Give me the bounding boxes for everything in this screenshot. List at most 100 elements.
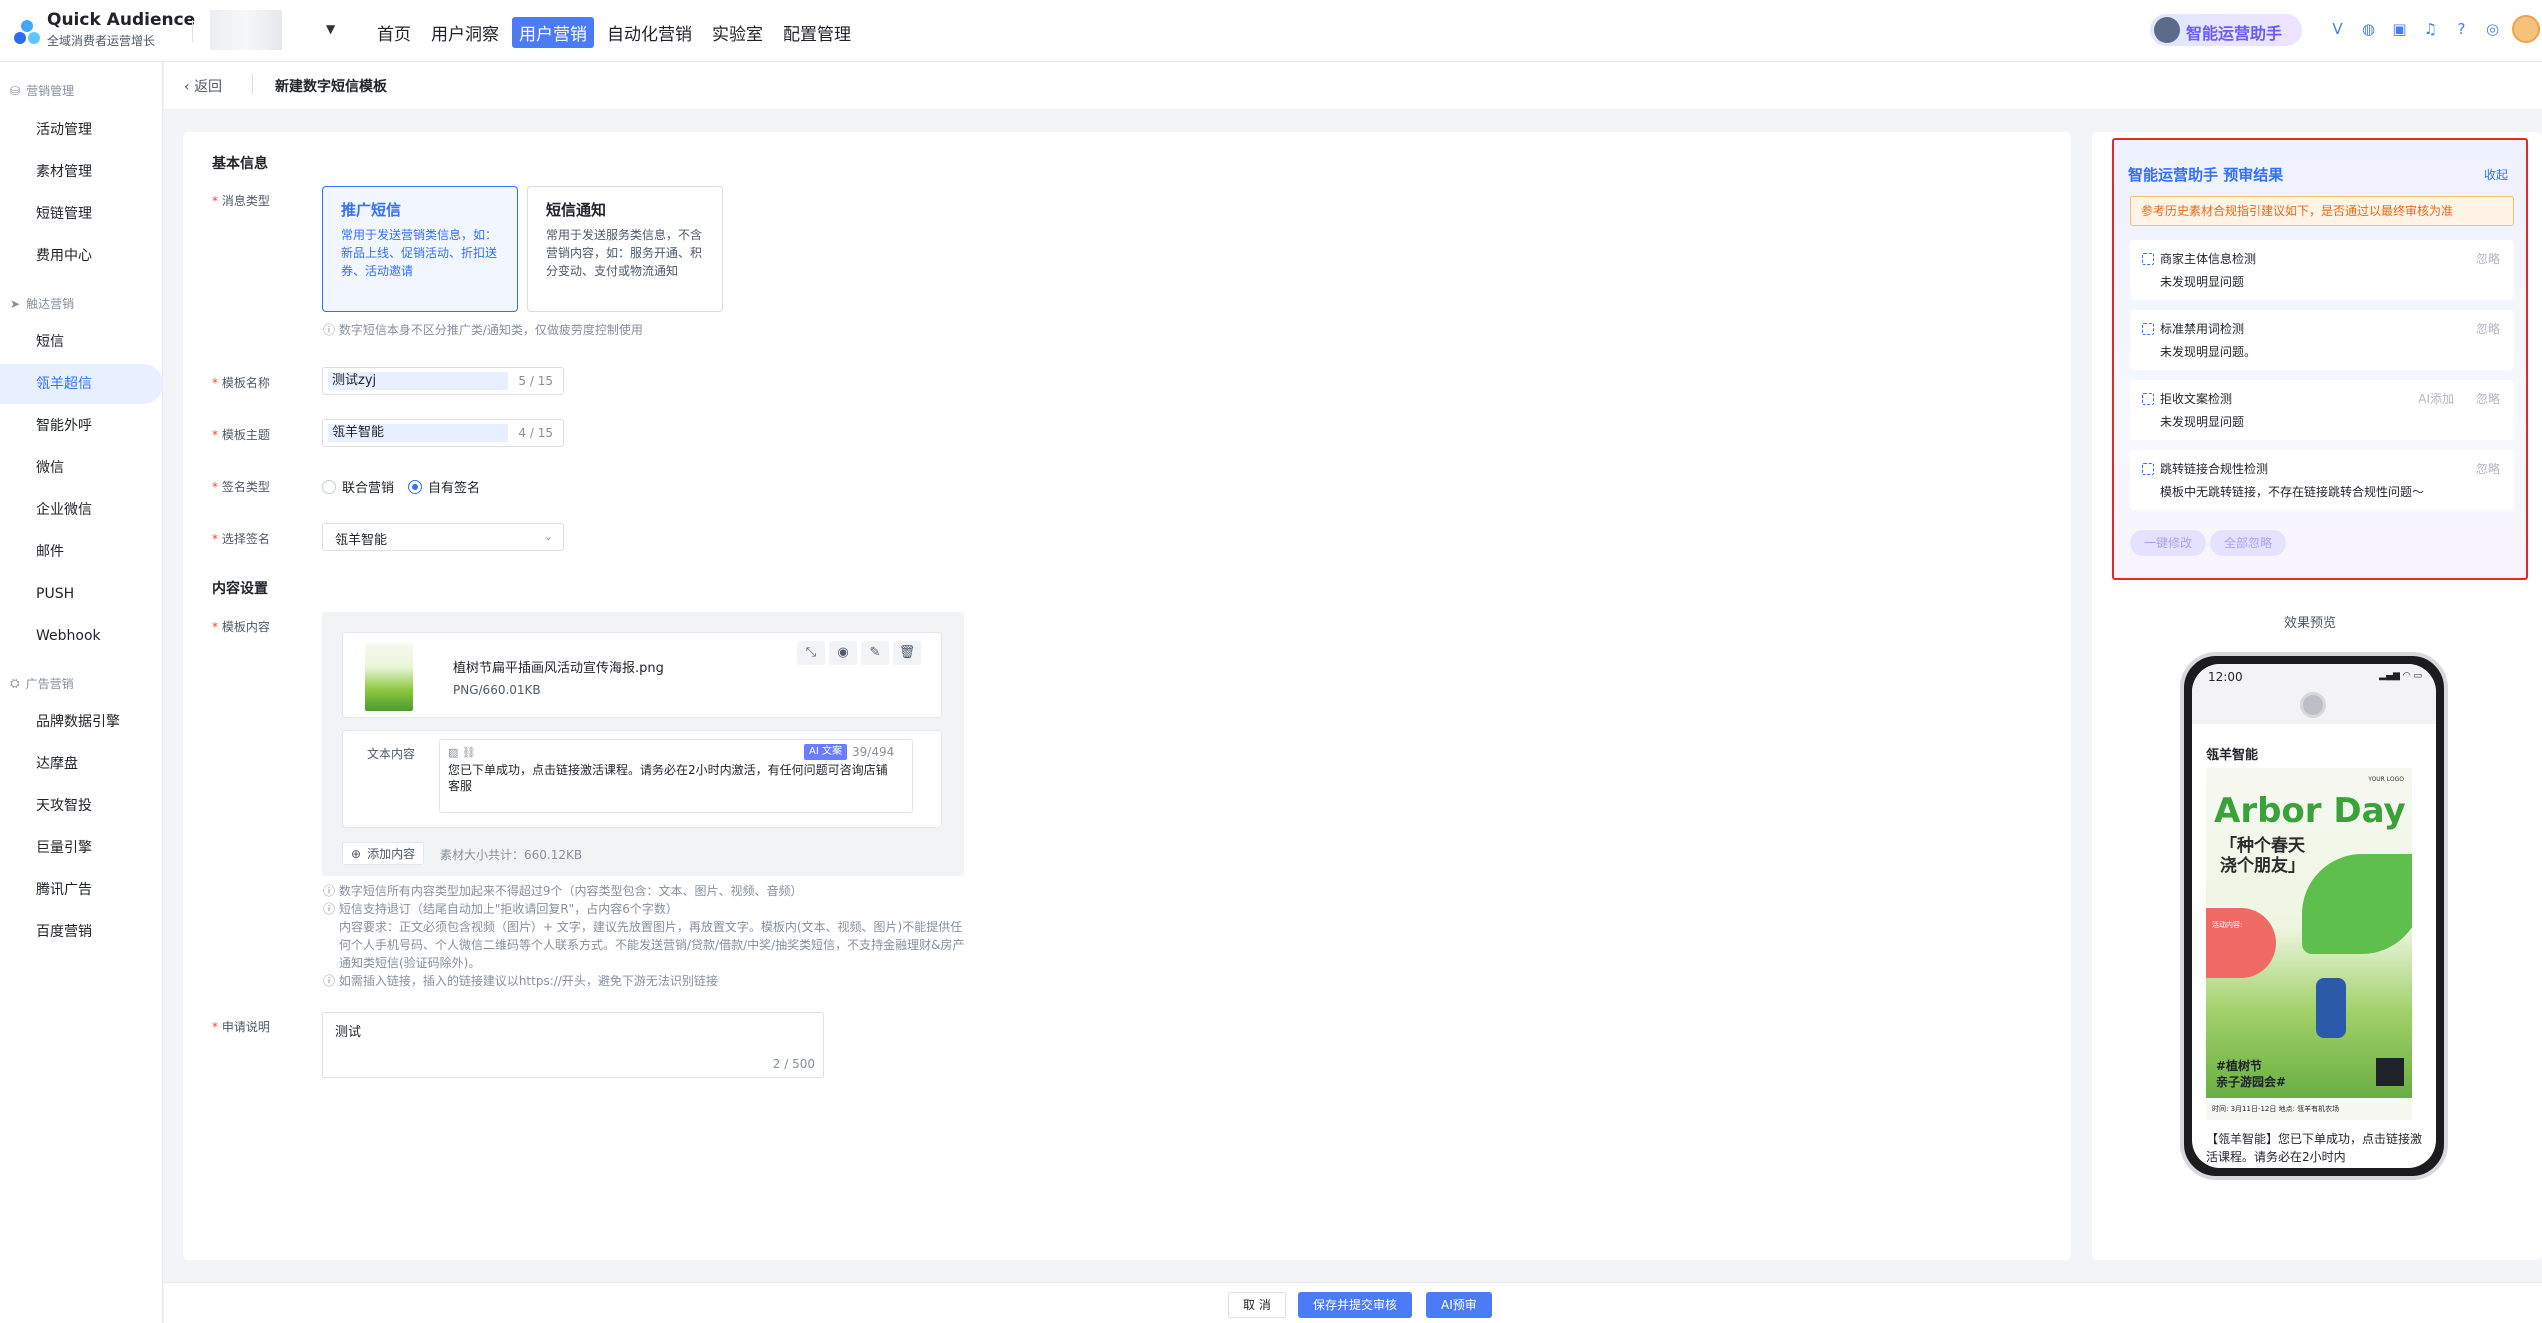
- send-icon: ➤: [10, 296, 21, 311]
- sidebar-item-supersms[interactable]: 瓴羊超信: [0, 364, 163, 404]
- nav-home[interactable]: 首页: [370, 17, 418, 48]
- ignore-button[interactable]: 忽略: [2476, 460, 2500, 477]
- content-label: 模板内容: [212, 618, 270, 635]
- type-card-notice[interactable]: 短信通知 常用于发送服务类信息，不含营销内容，如：服务开通、积分变动、支付或物流…: [527, 186, 723, 312]
- sidebar-item-wechat[interactable]: 微信: [0, 448, 163, 488]
- add-content-button[interactable]: ⊕ 添加内容: [342, 842, 425, 865]
- template-name-input[interactable]: 测试zyj 5 / 15: [322, 367, 564, 395]
- sidebar-item-tiangong[interactable]: 天攻智投: [0, 786, 163, 826]
- sidebar-item-brand-data[interactable]: 品牌数据引擎: [0, 702, 163, 742]
- phone-screen: 12:00 ▂▄▆ ◠ ▭ 瓴羊智能 YOUR LOGO Arbor Day 「…: [2192, 664, 2436, 1168]
- fix-all-button[interactable]: 一键修改: [2130, 530, 2207, 556]
- nav-marketing[interactable]: 用户营销: [512, 17, 594, 48]
- radio-joint[interactable]: 联合营销: [322, 477, 394, 496]
- collapse-button[interactable]: 收起: [2484, 166, 2508, 183]
- assistant-button[interactable]: 智能运营助手: [2150, 14, 2302, 46]
- ignore-button[interactable]: 忽略: [2476, 320, 2500, 337]
- note-3: 内容要求：正文必须包含视频（图片）+ 文字，建议先放置图片，再放置文字。模板内(…: [339, 920, 965, 970]
- sign-select[interactable]: 瓴羊智能 ⌄: [322, 523, 564, 551]
- help-circle-icon[interactable]: ◍: [2359, 20, 2378, 39]
- poster-title: Arbor Day: [2214, 791, 2406, 831]
- workspace-selector[interactable]: [210, 10, 282, 50]
- v-icon[interactable]: V: [2328, 20, 2347, 39]
- radio-dot-checked: [408, 479, 422, 494]
- sidebar-item-webhook[interactable]: Webhook: [0, 616, 163, 656]
- info-icon: ⓘ: [323, 323, 339, 337]
- template-name-label: 模板名称: [212, 374, 270, 391]
- text-content-input[interactable]: ▨ ⛓ AI 文案 39/494 您已下单成功，点击链接激活课程。请务必在2小时…: [439, 739, 913, 813]
- chevron-down-icon[interactable]: ▼: [326, 22, 335, 36]
- image-thumbnail[interactable]: [365, 643, 413, 711]
- signal-battery-icon: ▂▄▆ ◠ ▭: [2379, 671, 2422, 681]
- app-title: Quick Audience: [47, 10, 196, 30]
- file-actions: ⤡ ◉ ✎ 🗑: [797, 641, 921, 665]
- assistant-label: 智能运营助手: [2186, 24, 2283, 43]
- sms-message: 【瓴羊智能】您已下单成功，点击链接激活课程。请务必在2小时内: [2206, 1132, 2423, 1164]
- chevron-down-icon: ⌄: [543, 530, 553, 543]
- type-hint: ⓘ 数字短信本身不区分推广类/通知类，仅做疲劳度控制使用: [323, 323, 643, 337]
- sub-header: [164, 62, 2542, 110]
- cancel-button[interactable]: 取 消: [1228, 1292, 1286, 1318]
- globe-icon[interactable]: ◎: [2483, 20, 2502, 39]
- nav-config[interactable]: 配置管理: [776, 17, 858, 48]
- app-subtitle: 全域消费者运营增长: [47, 34, 156, 48]
- sidebar-item-push[interactable]: PUSH: [0, 574, 163, 614]
- ai-add-button[interactable]: AI添加: [2418, 390, 2454, 407]
- template-subject-input[interactable]: 瓴羊智能 4 / 15: [322, 419, 564, 447]
- sidebar-item-sms[interactable]: 短信: [0, 322, 163, 362]
- sidebar-item-juliang[interactable]: 巨量引擎: [0, 828, 163, 868]
- user-avatar[interactable]: [2512, 15, 2540, 43]
- sidebar-item-damopan[interactable]: 达摩盘: [0, 744, 163, 784]
- ai-review-button[interactable]: AI预审: [1426, 1292, 1492, 1318]
- sidebar-group-ads: ⛭ 广告营销: [10, 676, 74, 691]
- template-name-value: 测试zyj: [328, 372, 508, 390]
- sidebar-item-cost[interactable]: 费用中心: [0, 236, 163, 276]
- check-item: 商家主体信息检测 未发现明显问题 忽略: [2130, 240, 2514, 300]
- type-card-promo[interactable]: 推广短信 常用于发送营销类信息，如：新品上线、促销活动、折扣送券、活动邀请: [322, 186, 518, 312]
- nav-lab[interactable]: 实验室: [705, 17, 770, 48]
- type-notice-desc: 常用于发送服务类信息，不含营销内容，如：服务开通、积分变动、支付或物流通知: [546, 228, 703, 278]
- crop-icon[interactable]: ⤡: [797, 641, 825, 665]
- question-icon[interactable]: ?: [2452, 20, 2471, 39]
- preview-title: 效果预览: [2284, 616, 2337, 631]
- eye-icon[interactable]: ◉: [829, 641, 857, 665]
- template-subject-label: 模板主题: [212, 426, 270, 443]
- edit-icon[interactable]: ✎: [861, 641, 889, 665]
- ai-copy-tag[interactable]: AI 文案: [804, 744, 847, 760]
- scan-icon: [2142, 393, 2154, 405]
- section-content: 内容设置: [212, 581, 268, 597]
- text-content-value: 您已下单成功，点击链接激活课程。请务必在2小时内激活，有任何问题可咨询店铺客服: [448, 763, 888, 793]
- apply-textarea[interactable]: 测试 2 / 500: [322, 1012, 824, 1078]
- ignore-button[interactable]: 忽略: [2476, 390, 2500, 407]
- sidebar-item-email[interactable]: 邮件: [0, 532, 163, 572]
- sidebar-item-tencent[interactable]: 腾讯广告: [0, 870, 163, 910]
- submit-button[interactable]: 保存并提交审核: [1298, 1292, 1413, 1318]
- scan-icon: [2142, 323, 2154, 335]
- leaf-shape: [2302, 854, 2412, 954]
- file-size: PNG/660.01KB: [453, 683, 541, 697]
- top-icons: V ◍ ▣ ♫ ? ◎: [2328, 20, 2502, 39]
- ignore-button[interactable]: 忽略: [2476, 250, 2500, 267]
- radio-own[interactable]: 自有签名: [408, 477, 480, 496]
- bell-icon[interactable]: ♫: [2421, 20, 2440, 39]
- sidebar-item-call[interactable]: 智能外呼: [0, 406, 163, 446]
- nav-automation[interactable]: 自动化营销: [600, 17, 699, 48]
- nav-insight[interactable]: 用户洞察: [424, 17, 506, 48]
- sidebar-item-shortlink[interactable]: 短链管理: [0, 194, 163, 234]
- sidebar-item-material[interactable]: 素材管理: [0, 152, 163, 192]
- sidebar-item-baidu[interactable]: 百度营销: [0, 912, 163, 952]
- trash-icon[interactable]: 🗑: [893, 641, 921, 665]
- type-promo-title: 推广短信: [341, 201, 402, 219]
- briefcase-icon[interactable]: ▣: [2390, 20, 2409, 39]
- sidebar-item-wecom[interactable]: 企业微信: [0, 490, 163, 530]
- template-name-count: 5 / 15: [518, 374, 553, 388]
- review-panel: 智能运营助手 预审结果 收起 参考历史素材合规指引建议如下，是否通过以最终审核为…: [2112, 138, 2528, 580]
- phone-time: 12:00: [2208, 670, 2243, 684]
- sidebar-item-activity[interactable]: 活动管理: [0, 110, 163, 150]
- sign-select-label: 选择签名: [212, 530, 270, 547]
- back-button[interactable]: ‹ 返回: [184, 76, 222, 96]
- phone-preview: 12:00 ▂▄▆ ◠ ▭ 瓴羊智能 YOUR LOGO Arbor Day 「…: [2180, 652, 2448, 1180]
- ignore-all-button[interactable]: 全部忽略: [2210, 530, 2287, 556]
- image-link-icon[interactable]: ▨ ⛓: [448, 746, 476, 759]
- type-notice-title: 短信通知: [546, 201, 607, 219]
